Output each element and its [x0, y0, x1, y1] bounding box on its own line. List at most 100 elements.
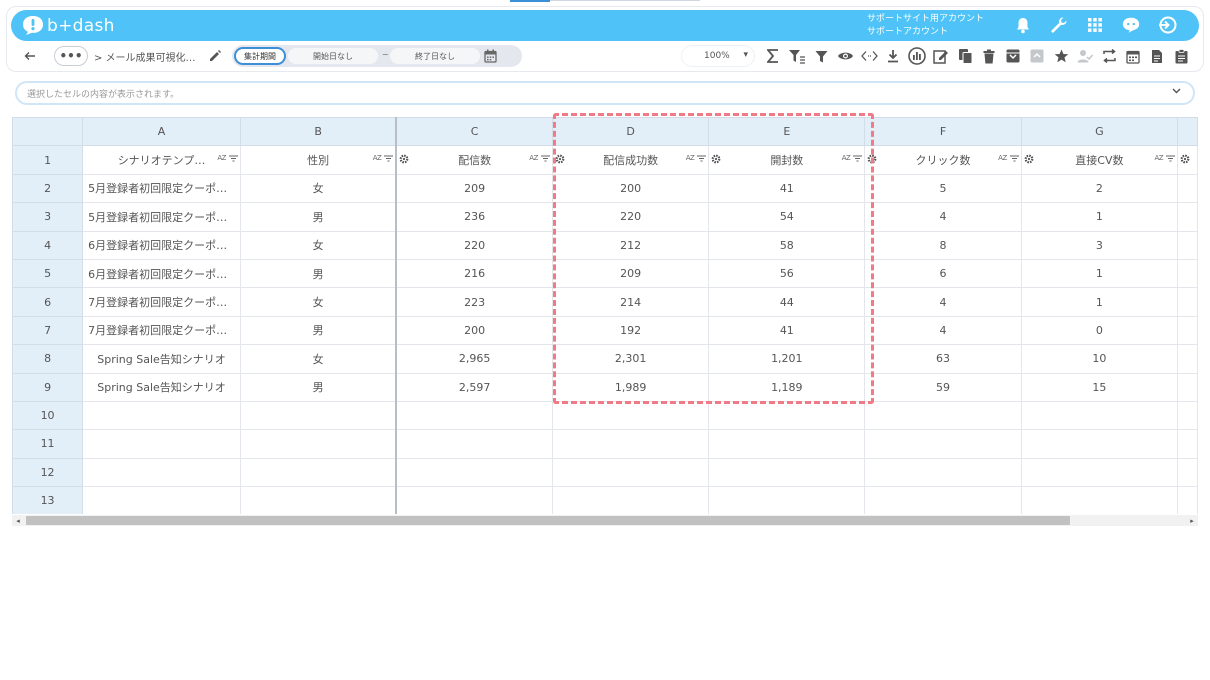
cell-b[interactable]: 女 — [239, 287, 397, 317]
filter-lines-icon[interactable] — [1009, 155, 1019, 162]
cell-c[interactable]: 209 — [395, 173, 553, 204]
chat-support-icon[interactable] — [1121, 15, 1141, 35]
filter-icon[interactable] — [812, 47, 830, 65]
empty-cell[interactable] — [708, 400, 866, 431]
cell-g[interactable]: 1 — [1020, 202, 1179, 232]
empty-cell[interactable] — [551, 486, 710, 514]
filter-lines-icon[interactable] — [697, 155, 707, 162]
cell-d[interactable]: 209 — [551, 258, 710, 289]
cell-b[interactable]: 女 — [239, 230, 397, 260]
empty-cell[interactable] — [551, 457, 710, 488]
gear-icon[interactable] — [867, 154, 877, 164]
filter-lines-icon[interactable] — [384, 155, 394, 162]
apps-grid-icon[interactable] — [1085, 15, 1105, 35]
empty-cell[interactable] — [1020, 429, 1179, 459]
cell-a[interactable]: 5月登録者初回限定クーポ… — [82, 173, 241, 204]
gear-icon[interactable] — [555, 154, 565, 164]
empty-cell[interactable] — [239, 400, 397, 431]
code-brackets-icon[interactable] — [860, 47, 878, 65]
wrench-icon[interactable] — [1049, 15, 1069, 35]
row-header-1[interactable]: 1 — [12, 145, 84, 175]
empty-cell[interactable] — [395, 400, 553, 431]
sort-az-icon[interactable]: AZ — [529, 154, 538, 162]
field-header-sent[interactable]: 配信数 AZ — [395, 145, 553, 175]
empty-cell[interactable] — [708, 457, 866, 488]
field-header-gender[interactable]: 性別 AZ — [239, 145, 397, 175]
calendar-grid-icon[interactable] — [1124, 47, 1142, 65]
brand-logo[interactable]: b+dash — [21, 14, 115, 37]
empty-cell[interactable] — [1177, 429, 1198, 459]
filter-lines-icon[interactable] — [540, 155, 550, 162]
row-header[interactable]: 11 — [12, 429, 84, 459]
cell-d[interactable]: 200 — [551, 173, 710, 204]
copy-icon[interactable] — [956, 47, 974, 65]
back-arrow-icon[interactable] — [24, 47, 38, 65]
scrollbar-thumb[interactable] — [26, 516, 1070, 525]
cell-g[interactable]: 15 — [1020, 372, 1179, 402]
swap-icon[interactable] — [1100, 47, 1118, 65]
gear-icon[interactable] — [1024, 154, 1034, 164]
empty-cell[interactable] — [395, 486, 553, 514]
row-header[interactable]: 3 — [12, 202, 84, 232]
filter-sort-icon[interactable] — [788, 47, 806, 65]
end-date-field[interactable]: 終了日なし — [390, 48, 480, 64]
empty-cell[interactable] — [82, 429, 241, 459]
cell-f[interactable]: 4 — [864, 202, 1022, 232]
empty-cell[interactable] — [864, 486, 1022, 514]
filter-lines-icon[interactable] — [853, 155, 863, 162]
empty-cell[interactable] — [1020, 457, 1179, 488]
cell-b[interactable]: 男 — [239, 258, 397, 289]
empty-cell[interactable] — [82, 400, 241, 431]
row-header[interactable]: 6 — [12, 287, 84, 317]
cell-f[interactable]: 4 — [864, 287, 1022, 317]
field-header-scenario[interactable]: シナリオテンプ… AZ — [82, 145, 241, 175]
column-header-f[interactable]: F — [864, 117, 1022, 147]
sort-az-icon[interactable]: AZ — [686, 154, 695, 162]
account-info[interactable]: サポートサイト用アカウント サポートアカウント — [867, 13, 984, 39]
empty-cell[interactable] — [82, 486, 241, 514]
cell-f[interactable]: 6 — [864, 258, 1022, 289]
empty-cell[interactable] — [1020, 400, 1179, 431]
cell-c[interactable]: 200 — [395, 315, 553, 346]
cell-a[interactable]: Spring Sale告知シナリオ — [82, 344, 241, 374]
cell-g[interactable]: 1 — [1020, 287, 1179, 317]
bell-icon[interactable] — [1013, 15, 1033, 35]
field-header-delivered[interactable]: 配信成功数 AZ — [551, 145, 710, 175]
cell-c[interactable]: 223 — [395, 287, 553, 317]
row-header[interactable]: 12 — [12, 457, 84, 488]
column-header-c[interactable]: C — [395, 117, 553, 147]
empty-cell[interactable] — [1177, 457, 1198, 488]
cell-c[interactable]: 220 — [395, 230, 553, 260]
trash-icon[interactable] — [980, 47, 998, 65]
cell-f[interactable]: 8 — [864, 230, 1022, 260]
column-header-e[interactable]: E — [708, 117, 866, 147]
start-date-field[interactable]: 開始日なし — [288, 48, 378, 64]
cell-f[interactable]: 63 — [864, 344, 1022, 374]
sort-az-icon[interactable]: AZ — [1154, 154, 1163, 162]
cell-f[interactable]: 4 — [864, 315, 1022, 346]
empty-cell[interactable] — [708, 429, 866, 459]
document-icon[interactable] — [1148, 47, 1166, 65]
cell-e[interactable]: 41 — [708, 173, 866, 204]
cell-g[interactable]: 0 — [1020, 315, 1179, 346]
user-check-icon[interactable] — [1076, 47, 1094, 65]
scroll-right-icon[interactable]: ▸ — [1186, 515, 1198, 526]
row-header[interactable]: 9 — [12, 372, 84, 402]
chevron-down-icon[interactable] — [1172, 86, 1181, 97]
calendar-icon[interactable] — [484, 48, 497, 67]
cell-c[interactable]: 2,965 — [395, 344, 553, 374]
corner-cell[interactable] — [12, 117, 84, 147]
cell-d[interactable]: 212 — [551, 230, 710, 260]
cell-e[interactable]: 56 — [708, 258, 866, 289]
sort-az-icon[interactable]: AZ — [842, 154, 851, 162]
cell-b[interactable]: 女 — [239, 173, 397, 204]
field-header-clicks[interactable]: クリック数 AZ — [864, 145, 1022, 175]
logout-icon[interactable] — [1157, 15, 1177, 35]
column-header-b[interactable]: B — [239, 117, 397, 147]
row-header[interactable]: 5 — [12, 258, 84, 289]
filter-lines-icon[interactable] — [1166, 155, 1176, 162]
cell-g[interactable]: 2 — [1020, 173, 1179, 204]
column-header-g[interactable]: G — [1020, 117, 1179, 147]
empty-cell[interactable] — [1177, 486, 1198, 514]
row-header[interactable]: 2 — [12, 173, 84, 204]
